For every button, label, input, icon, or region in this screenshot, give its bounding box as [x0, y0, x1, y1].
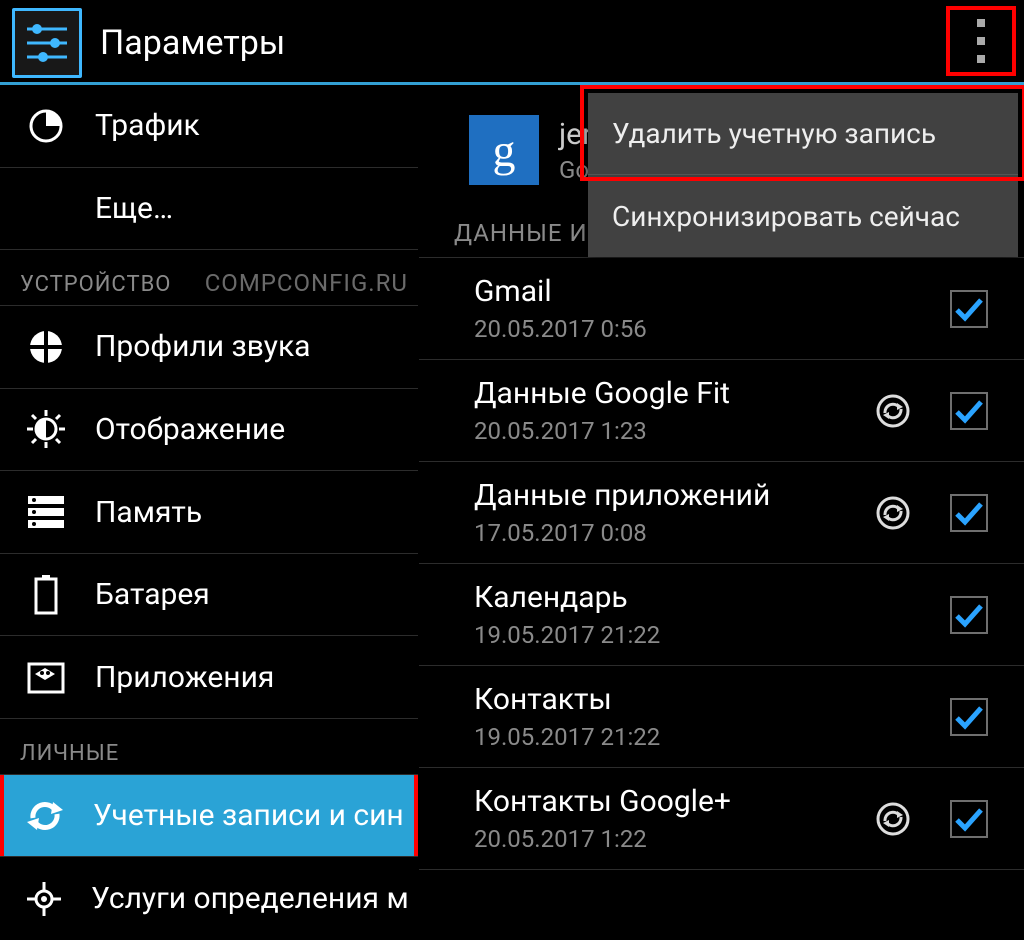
- menu-item-label: Синхронизировать сейчас: [612, 200, 960, 233]
- sidebar-item-label: Память: [95, 495, 202, 530]
- apps-icon: [25, 660, 67, 694]
- sidebar-item-battery[interactable]: Батарея: [0, 554, 418, 637]
- sidebar-item-label: Приложения: [95, 660, 274, 695]
- menu-item-remove-account[interactable]: Удалить учетную запись: [588, 93, 1018, 175]
- overflow-popup-menu: Удалить учетную запись Синхронизировать …: [588, 93, 1018, 257]
- sidebar-section-device: УСТРОЙСТВО COMPCONFIG.RU: [0, 250, 418, 306]
- sync-item-title: Данные приложений: [474, 478, 854, 513]
- section-header-label: ЛИЧНЫЕ: [20, 741, 119, 766]
- sync-row-appdata[interactable]: Данные приложений 17.05.2017 0:08: [419, 462, 1024, 564]
- sync-item-title: Gmail: [474, 274, 854, 309]
- sidebar-item-label: Батарея: [95, 577, 210, 612]
- settings-sidebar: Трафик Еще… УСТРОЙСТВО COMPCONFIG.RU Про…: [0, 85, 419, 940]
- menu-item-label: Удалить учетную запись: [612, 117, 936, 150]
- sidebar-item-storage[interactable]: Память: [0, 471, 418, 554]
- battery-icon: [25, 575, 67, 615]
- sync-item-date: 19.05.2017 21:22: [474, 621, 854, 649]
- sidebar-item-label: Профили звука: [95, 329, 311, 364]
- sidebar-item-label: Отображение: [95, 412, 285, 447]
- sync-item-date: 19.05.2017 21:22: [474, 723, 854, 751]
- overflow-menu-button[interactable]: [946, 6, 1016, 76]
- section-header-label: УСТРОЙСТВО: [20, 272, 171, 297]
- sidebar-item-label: Еще…: [95, 191, 173, 226]
- sync-checkbox[interactable]: [950, 290, 988, 328]
- refresh-status-icon: [870, 801, 916, 837]
- sidebar-item-label: Трафик: [95, 108, 200, 143]
- sidebar-item-display[interactable]: Отображение: [0, 389, 418, 472]
- sync-row-googlefit[interactable]: Данные Google Fit 20.05.2017 1:23: [419, 360, 1024, 462]
- settings-icon: [12, 8, 82, 78]
- action-bar: Параметры: [0, 0, 1024, 85]
- sync-item-title: Контакты: [474, 682, 854, 717]
- refresh-status-icon: [870, 495, 916, 531]
- sync-item-title: Календарь: [474, 580, 854, 615]
- sidebar-section-personal: ЛИЧНЫЕ: [0, 719, 418, 775]
- sync-item-date: 20.05.2017 0:56: [474, 315, 854, 343]
- sync-checkbox[interactable]: [950, 494, 988, 532]
- traffic-icon: [25, 108, 67, 144]
- sidebar-item-traffic[interactable]: Трафик: [0, 85, 418, 168]
- sidebar-item-label: Услуги определения м: [91, 881, 409, 916]
- sync-row-gmail[interactable]: Gmail 20.05.2017 0:56: [419, 258, 1024, 360]
- sync-item-date: 20.05.2017 1:23: [474, 417, 854, 445]
- sync-row-calendar[interactable]: Календарь 19.05.2017 21:22: [419, 564, 1024, 666]
- sync-item-date: 20.05.2017 1:22: [474, 825, 854, 853]
- sidebar-item-more[interactable]: Еще…: [0, 168, 418, 251]
- sync-item-title: Контакты Google+: [474, 784, 854, 819]
- sidebar-item-accounts-sync[interactable]: Учетные записи и син: [0, 775, 418, 858]
- sync-checkbox[interactable]: [950, 800, 988, 838]
- sync-row-contacts[interactable]: Контакты 19.05.2017 21:22: [419, 666, 1024, 768]
- sync-item-list: Gmail 20.05.2017 0:56 Данные Google Fit …: [419, 258, 1024, 870]
- sync-icon: [25, 798, 65, 834]
- page-title: Параметры: [100, 23, 285, 63]
- menu-item-sync-now[interactable]: Синхронизировать сейчас: [588, 175, 1018, 257]
- sidebar-item-location[interactable]: Услуги определения м: [0, 857, 418, 940]
- display-icon: [25, 410, 67, 448]
- sync-item-date: 17.05.2017 0:08: [474, 519, 854, 547]
- sync-item-title: Данные Google Fit: [474, 376, 854, 411]
- watermark-text: COMPCONFIG.RU: [205, 269, 408, 297]
- location-icon: [25, 880, 63, 918]
- sync-checkbox[interactable]: [950, 392, 988, 430]
- google-logo-icon: g: [469, 115, 539, 185]
- sync-checkbox[interactable]: [950, 698, 988, 736]
- sidebar-item-label: Учетные записи и син: [93, 798, 404, 833]
- sidebar-item-sound[interactable]: Профили звука: [0, 306, 418, 389]
- sidebar-item-apps[interactable]: Приложения: [0, 636, 418, 719]
- sound-profiles-icon: [25, 329, 67, 365]
- more-vert-icon: [977, 19, 985, 63]
- sync-row-contacts-gplus[interactable]: Контакты Google+ 20.05.2017 1:22: [419, 768, 1024, 870]
- refresh-status-icon: [870, 393, 916, 429]
- storage-icon: [25, 496, 67, 528]
- sync-checkbox[interactable]: [950, 596, 988, 634]
